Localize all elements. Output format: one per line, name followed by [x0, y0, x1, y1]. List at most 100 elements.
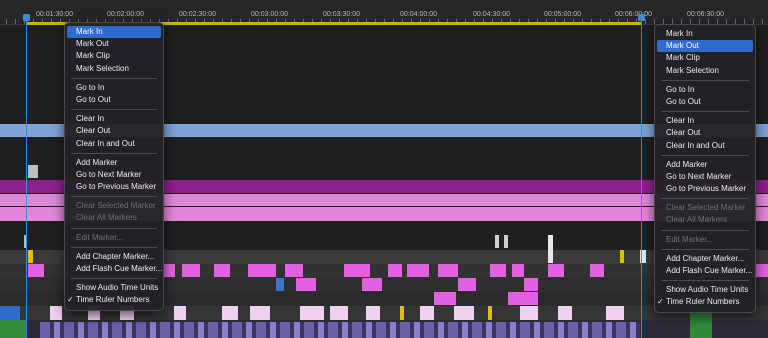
menu-item-mark-clip[interactable]: Mark Clip — [655, 52, 755, 64]
menu-item-show-audio-time-units[interactable]: Show Audio Time Units — [655, 284, 755, 296]
video-clip[interactable] — [454, 306, 474, 320]
menu-item-label: Add Chapter Marker... — [666, 253, 745, 263]
video-clip[interactable] — [490, 264, 506, 277]
menu-item-go-to-out[interactable]: Go to Out — [655, 96, 755, 108]
in-point-line[interactable] — [26, 14, 27, 338]
menu-item-go-to-next-marker[interactable]: Go to Next Marker — [65, 169, 163, 181]
menu-item-mark-in[interactable]: Mark In — [655, 28, 755, 40]
menu-item-label: Time Ruler Numbers — [666, 297, 740, 307]
menu-item-label: Add Flash Cue Marker... — [76, 264, 163, 273]
menu-item-mark-selection[interactable]: Mark Selection — [65, 63, 163, 75]
menu-item-label: Clear All Markers — [76, 213, 137, 223]
menu-item-go-to-out[interactable]: Go to Out — [65, 94, 163, 106]
video-clip[interactable] — [296, 278, 316, 291]
edit-marker[interactable] — [504, 235, 508, 248]
menu-item-label: Time Ruler Numbers — [76, 295, 150, 305]
out-point-line[interactable] — [641, 14, 642, 338]
menu-item-add-flash-cue-marker[interactable]: Add Flash Cue Marker... — [65, 263, 163, 275]
video-clip[interactable] — [344, 264, 370, 277]
video-clip[interactable] — [590, 264, 604, 277]
menu-item-clear-in[interactable]: Clear In — [655, 115, 755, 127]
menu-item-mark-out[interactable]: Mark Out — [65, 38, 163, 50]
video-clip[interactable] — [182, 264, 200, 277]
video-clip[interactable] — [174, 306, 186, 320]
menu-item-go-to-next-marker[interactable]: Go to Next Marker — [655, 171, 755, 183]
ruler-timecode: 00:02:30:00 — [179, 11, 216, 18]
video-clip[interactable] — [524, 278, 538, 291]
menu-item-add-marker[interactable]: Add Marker — [655, 159, 755, 171]
video-clip[interactable] — [548, 264, 564, 277]
menu-separator — [661, 111, 749, 113]
ruler-context-menu-right[interactable]: Mark In Mark Out Mark Clip Mark Selection Go… — [654, 24, 756, 313]
menu-item-clear-out[interactable]: Clear Out — [655, 127, 755, 139]
menu-item-mark-out[interactable]: Mark Out — [657, 40, 753, 53]
video-clip[interactable] — [214, 264, 230, 277]
menu-item-label: Show Audio Time Units — [666, 285, 749, 295]
edit-marker[interactable] — [400, 306, 404, 320]
out-point-handle[interactable] — [638, 14, 645, 21]
video-clip[interactable] — [300, 306, 324, 320]
menu-separator — [661, 280, 749, 282]
video-clip[interactable] — [508, 292, 538, 305]
menu-item-show-audio-time-units[interactable]: Show Audio Time Units — [65, 282, 163, 294]
video-clip[interactable] — [438, 264, 458, 277]
menu-item-go-to-previous-marker[interactable]: Go to Previous Marker — [65, 181, 163, 193]
video-clip[interactable] — [222, 306, 238, 320]
checkmark-icon: ✓ — [67, 295, 74, 305]
menu-item-time-ruler-numbers[interactable]: ✓ Time Ruler Numbers — [655, 296, 755, 308]
video-clip[interactable] — [28, 165, 38, 178]
menu-item-label: Clear Out — [76, 126, 111, 136]
menu-item-clear-in[interactable]: Clear In — [65, 113, 163, 125]
menu-item-clear-out[interactable]: Clear Out — [65, 125, 163, 137]
video-clip[interactable] — [250, 306, 270, 320]
menu-item-mark-selection[interactable]: Mark Selection — [655, 65, 755, 77]
menu-item-go-to-previous-marker[interactable]: Go to Previous Marker — [655, 183, 755, 195]
video-clip[interactable] — [420, 306, 434, 320]
video-clip[interactable] — [558, 306, 572, 320]
video-clip[interactable] — [330, 306, 348, 320]
in-point-handle[interactable] — [23, 14, 30, 21]
menu-item-label: Mark Selection — [666, 65, 719, 75]
menu-item-add-marker[interactable]: Add Marker — [65, 157, 163, 169]
video-clip[interactable] — [163, 264, 175, 277]
menu-item-mark-clip[interactable]: Mark Clip — [65, 50, 163, 62]
video-clip[interactable] — [248, 264, 276, 277]
video-clip[interactable] — [285, 264, 303, 277]
video-clip[interactable] — [606, 306, 624, 320]
video-clip[interactable] — [366, 306, 380, 320]
ruler-timecode: 00:03:00:00 — [251, 11, 288, 18]
video-clip[interactable] — [520, 306, 538, 320]
video-clip[interactable] — [362, 278, 382, 291]
menu-item-clear-in-and-out[interactable]: Clear In and Out — [65, 138, 163, 150]
ruler-context-menu-left[interactable]: Mark In Mark Out Mark Clip Mark Selection Go… — [64, 22, 164, 311]
video-clip[interactable] — [458, 278, 476, 291]
menu-item-label: Go to Previous Marker — [666, 184, 747, 194]
menu-item-go-to-in[interactable]: Go to In — [65, 82, 163, 94]
video-clip[interactable] — [512, 264, 524, 277]
edit-marker[interactable] — [488, 306, 492, 320]
ruler-timecode: 00:06:30:00 — [687, 11, 724, 18]
edit-marker[interactable] — [620, 250, 624, 263]
menu-item-mark-in[interactable]: Mark In — [67, 26, 161, 39]
audio-clip[interactable] — [40, 322, 640, 338]
menu-item-go-to-in[interactable]: Go to In — [655, 84, 755, 96]
video-clip[interactable] — [50, 306, 62, 320]
menu-item-time-ruler-numbers[interactable]: ✓ Time Ruler Numbers — [65, 294, 163, 306]
video-clip[interactable] — [388, 264, 402, 277]
video-clip[interactable] — [276, 278, 284, 291]
audio-clip[interactable] — [0, 320, 26, 338]
edit-marker[interactable] — [495, 235, 499, 248]
menu-item-add-chapter-marker[interactable]: Add Chapter Marker... — [65, 251, 163, 263]
video-clip[interactable] — [28, 264, 44, 277]
menu-item-label: Go to Out — [666, 96, 701, 106]
video-clip[interactable] — [434, 292, 456, 305]
video-clip[interactable] — [407, 264, 429, 277]
menu-item-add-chapter-marker[interactable]: Add Chapter Marker... — [655, 253, 755, 265]
edit-marker[interactable] — [548, 235, 553, 263]
video-clip[interactable] — [0, 306, 20, 320]
menu-separator — [71, 227, 157, 229]
menu-item-clear-in-and-out[interactable]: Clear In and Out — [655, 140, 755, 152]
menu-separator — [71, 152, 157, 154]
edit-marker[interactable] — [28, 250, 33, 263]
menu-item-add-flash-cue-marker[interactable]: Add Flash Cue Marker... — [655, 265, 755, 277]
